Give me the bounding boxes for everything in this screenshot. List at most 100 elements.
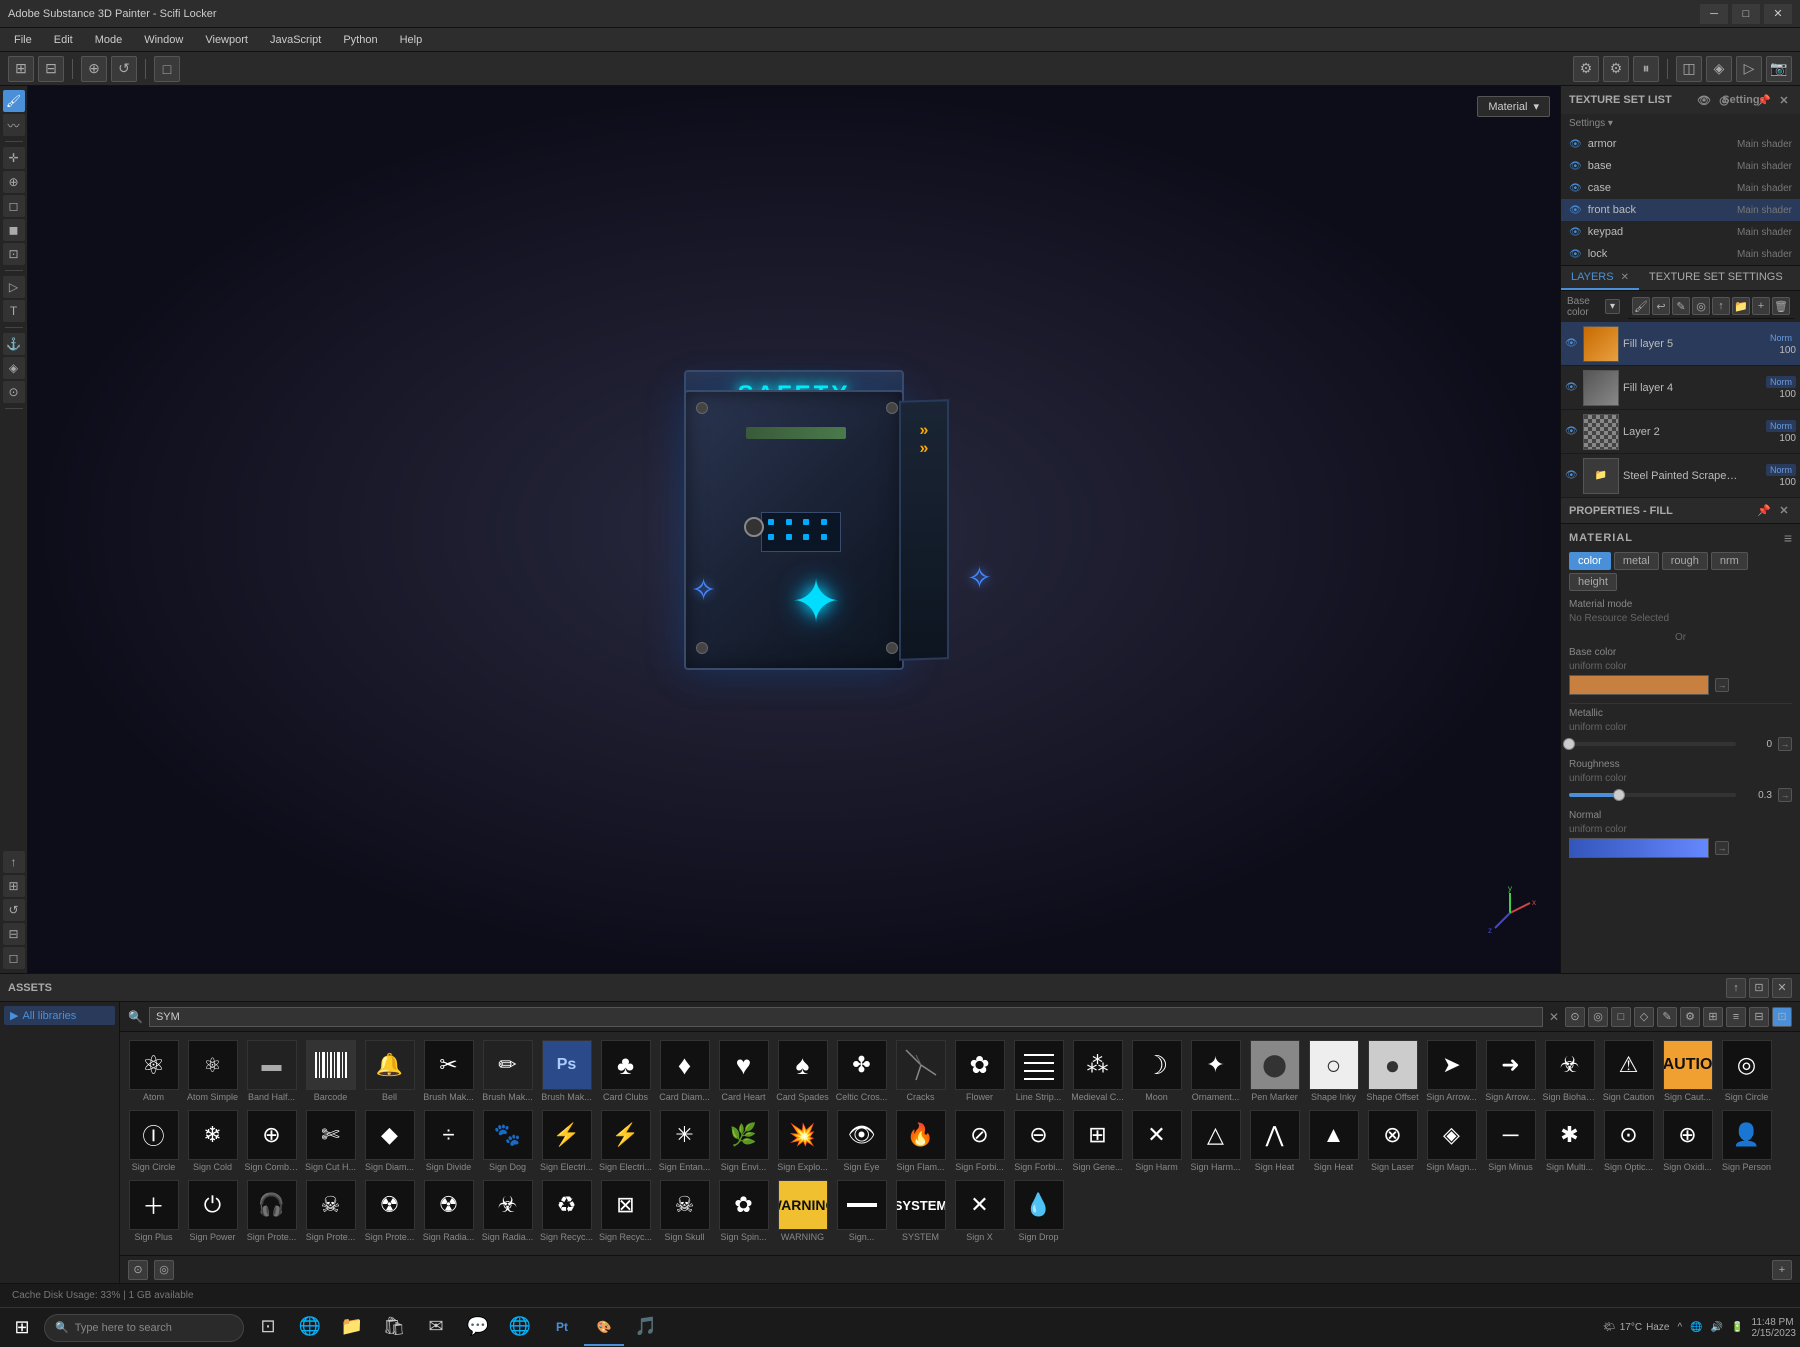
asset-atom-simple[interactable]: ⚛ Atom Simple <box>185 1038 240 1104</box>
asset-card-heart[interactable]: ♥ Card Heart <box>716 1038 771 1104</box>
asset-system[interactable]: SYSTEM SYSTEM <box>893 1178 948 1244</box>
taskbar-store[interactable]: 🛍 <box>374 1310 414 1346</box>
layer-tool-6[interactable]: 📁 <box>1732 297 1750 315</box>
layer-tool-2[interactable]: ↩ <box>1652 297 1670 315</box>
tray-arrow[interactable]: ^ <box>1677 1322 1682 1333</box>
props-close[interactable]: ✕ <box>1776 503 1792 519</box>
filter-btn3[interactable]: □ <box>1611 1007 1631 1027</box>
asset-sign-harm2[interactable]: △ Sign Harm... <box>1188 1108 1243 1174</box>
menu-help[interactable]: Help <box>390 32 433 48</box>
asset-sign-heat1[interactable]: ⋀ Sign Heat <box>1247 1108 1302 1174</box>
asset-sign-entan[interactable]: ✳ Sign Entan... <box>657 1108 712 1174</box>
layer-tool-3[interactable]: ✎ <box>1672 297 1690 315</box>
asset-sign-power[interactable]: ⏻ Sign Power <box>185 1178 240 1244</box>
taskbar-mail[interactable]: ✉ <box>416 1310 456 1346</box>
asset-sign-heat2[interactable]: ▲ Sign Heat <box>1306 1108 1361 1174</box>
asset-sign-forbi2[interactable]: ⊖ Sign Forbi... <box>1011 1108 1066 1174</box>
taskbar-search[interactable]: 🔍 Type here to search <box>44 1314 244 1342</box>
asset-sign-spin[interactable]: ✿ Sign Spin... <box>716 1178 771 1244</box>
asset-bell[interactable]: 🔔 Bell <box>362 1038 417 1104</box>
channel-color[interactable]: color <box>1569 552 1611 570</box>
asset-sign-oxidi[interactable]: ⊕ Sign Oxidi... <box>1660 1108 1715 1174</box>
menu-file[interactable]: File <box>4 32 42 48</box>
asset-sign-diam[interactable]: ◆ Sign Diam... <box>362 1108 417 1174</box>
layer-tool-4[interactable]: ◎ <box>1692 297 1710 315</box>
asset-shape-inky[interactable]: ○ Shape Inky <box>1306 1038 1361 1104</box>
pin-icon[interactable]: 📌 <box>1756 92 1772 108</box>
toolbar-video-btn[interactable]: ▷ <box>1736 56 1762 82</box>
base-color-swatch[interactable] <box>1569 675 1709 695</box>
tool-pick[interactable]: ✛ <box>3 147 25 169</box>
asset-sign-harm1[interactable]: ✕ Sign Harm <box>1129 1108 1184 1174</box>
menu-mode[interactable]: Mode <box>85 32 133 48</box>
asset-pen-marker[interactable]: ⬤ Pen Marker <box>1247 1038 1302 1104</box>
tool-fill[interactable]: ◼ <box>3 219 25 241</box>
assets-search-input[interactable] <box>149 1007 1543 1027</box>
asset-sign-prot1[interactable]: 🎧 Sign Prote... <box>244 1178 299 1244</box>
asset-sign-radia1[interactable]: ☢ Sign Radia... <box>421 1178 476 1244</box>
asset-sign-recy2[interactable]: ⊠ Sign Recyc... <box>598 1178 653 1244</box>
asset-sign-caution[interactable]: ⚠ Sign Caution <box>1601 1038 1656 1104</box>
tab-layers[interactable]: LAYERS ✕ <box>1561 266 1639 290</box>
tool-history[interactable]: ↺ <box>3 899 25 921</box>
asset-sign-eye[interactable]: 👁 Sign Eye <box>834 1108 889 1174</box>
texture-item-armor[interactable]: 👁 armor Main shader <box>1561 133 1800 155</box>
asset-sign-cut[interactable]: ✄ Sign Cut H... <box>303 1108 358 1174</box>
asset-sign-recy1[interactable]: ♻ Sign Recyc... <box>539 1178 594 1244</box>
asset-sign-radia2[interactable]: ☣ Sign Radia... <box>480 1178 535 1244</box>
asset-card-spades[interactable]: ♠ Card Spades <box>775 1038 830 1104</box>
asset-medieval[interactable]: ⁂ Medieval C... <box>1070 1038 1125 1104</box>
tool-measure[interactable]: ▷ <box>3 276 25 298</box>
asset-line-stripe[interactable]: Line Strip... <box>1011 1038 1066 1104</box>
clock[interactable]: 11:48 PM 2/15/2023 <box>1752 1317 1797 1339</box>
texture-item-case[interactable]: 👁 case Main shader <box>1561 177 1800 199</box>
asset-sign-circle1[interactable]: ◎ Sign Circle <box>1719 1038 1774 1104</box>
toolbar-move-btn[interactable]: ⊕ <box>81 56 107 82</box>
assets-close-btn[interactable]: ✕ <box>1772 978 1792 998</box>
asset-sign-plus[interactable]: ＋ Sign Plus <box>126 1178 181 1244</box>
toolbar-camera-btn[interactable]: 📷 <box>1766 56 1792 82</box>
toolbar-grid-btn[interactable]: ⊞ <box>8 56 34 82</box>
assets-bottom-btn1[interactable]: ⊙ <box>128 1260 148 1280</box>
asset-shape-offset[interactable]: ● Shape Offset <box>1365 1038 1420 1104</box>
asset-sign-person[interactable]: 👤 Sign Person <box>1719 1108 1774 1174</box>
asset-warning[interactable]: WARNING WARNING <box>775 1178 830 1244</box>
layers-tab-close[interactable]: ✕ <box>1621 272 1629 283</box>
material-dropdown[interactable]: Material ▾ <box>1477 96 1550 117</box>
metallic-connect[interactable]: → <box>1778 737 1792 751</box>
channel-height[interactable]: height <box>1569 573 1617 591</box>
assets-import-btn[interactable]: ↑ <box>1726 978 1746 998</box>
asset-sign-flam[interactable]: 🔥 Sign Flam... <box>893 1108 948 1174</box>
asset-sign-divide[interactable]: ÷ Sign Divide <box>421 1108 476 1174</box>
taskbar-browser[interactable]: 🌐 <box>290 1310 330 1346</box>
asset-sign-elec2[interactable]: ⚡ Sign Electri... <box>598 1108 653 1174</box>
toolbar-view-btn[interactable]: □ <box>154 56 180 82</box>
taskbar-chrome[interactable]: 🌐 <box>500 1310 540 1346</box>
asset-sign-caut2[interactable]: CAUTION Sign Caut... <box>1660 1038 1715 1104</box>
view-list-btn[interactable]: ≡ <box>1726 1007 1746 1027</box>
toolbar-settings2-btn[interactable]: ⚙ <box>1603 56 1629 82</box>
asset-flower[interactable]: ✿ Flower <box>952 1038 1007 1104</box>
sidebar-all-libraries[interactable]: ▶ All libraries <box>4 1006 115 1025</box>
menu-viewport[interactable]: Viewport <box>195 32 258 48</box>
filter-btn1[interactable]: ⊙ <box>1565 1007 1585 1027</box>
asset-moon[interactable]: ☽ Moon <box>1129 1038 1184 1104</box>
toolbar-grid2-btn[interactable]: ⊟ <box>38 56 64 82</box>
tool-mask[interactable]: ◈ <box>3 357 25 379</box>
asset-sign-dog[interactable]: 🐾 Sign Dog <box>480 1108 535 1174</box>
tool-clone[interactable]: ⊕ <box>3 171 25 193</box>
layer-tool-add[interactable]: + <box>1752 297 1770 315</box>
texture-item-keypad[interactable]: 👁 keypad Main shader <box>1561 221 1800 243</box>
toolbar-view3d-btn[interactable]: ◫ <box>1676 56 1702 82</box>
layer-item-fill5[interactable]: 👁 Fill layer 5 Norm 100 <box>1561 322 1800 366</box>
minimize-button[interactable]: ─ <box>1700 4 1728 24</box>
taskbar-wa[interactable]: 💬 <box>458 1310 498 1346</box>
tool-text[interactable]: T <box>3 300 25 322</box>
view-grid-btn[interactable]: ⊞ <box>1703 1007 1723 1027</box>
taskbar-task-view[interactable]: ⊡ <box>248 1310 288 1346</box>
view-size-btn[interactable]: ⊟ <box>1749 1007 1769 1027</box>
channel-rough[interactable]: rough <box>1662 552 1708 570</box>
settings-dropdown-btn[interactable]: Settings <box>1736 92 1752 108</box>
asset-sign-arrow2[interactable]: ➜ Sign Arrow... <box>1483 1038 1538 1104</box>
metallic-thumb[interactable] <box>1563 738 1575 750</box>
